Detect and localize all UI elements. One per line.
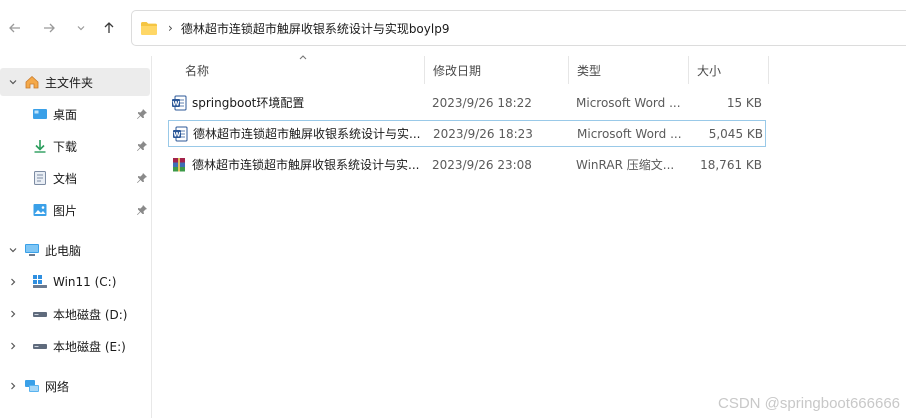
folder-icon	[140, 21, 158, 35]
file-size: 5,045 KB	[708, 126, 763, 141]
arrow-left-icon[interactable]	[4, 17, 26, 39]
column-header-size[interactable]: 大小	[689, 56, 769, 84]
sidebar-item-label: 此电脑	[45, 243, 82, 258]
file-type: WinRAR 压缩文...	[576, 158, 675, 172]
chevron-down-icon[interactable]	[8, 77, 18, 87]
sidebar-item-label: 本地磁盘 (E:)	[53, 339, 126, 354]
chevron-down-icon[interactable]	[70, 17, 92, 39]
column-header-label: 修改日期	[433, 63, 482, 78]
sidebar-item-this-pc[interactable]: 此电脑	[0, 236, 152, 264]
word-icon: W	[171, 95, 187, 111]
pin-icon[interactable]	[136, 204, 148, 216]
file-type: Microsoft Word ...	[577, 126, 682, 141]
sidebar-item-network[interactable]: 网络	[0, 372, 152, 400]
file-date: 2023/9/26 18:22	[432, 95, 532, 110]
column-headers: 名称 修改日期 类型 大小	[153, 55, 773, 84]
pin-icon[interactable]	[136, 108, 148, 120]
arrow-up-icon[interactable]	[98, 17, 120, 39]
navigation-bar: › 德林超市连锁超市触屏收银系统设计与实现boylp9	[0, 0, 906, 56]
address-bar[interactable]: › 德林超市连锁超市触屏收银系统设计与实现boylp9	[131, 10, 906, 46]
pin-icon[interactable]	[136, 172, 148, 184]
column-header-label: 名称	[185, 63, 210, 78]
address-path[interactable]: 德林超市连锁超市触屏收银系统设计与实现boylp9	[181, 20, 450, 37]
file-row[interactable]: 德林超市连锁超市触屏收银系统设计与实... 2023/9/26 23:08 Wi…	[168, 151, 766, 178]
sidebar-item-label: 网络	[45, 379, 70, 394]
network-icon	[24, 378, 40, 394]
sidebar-item-drive-c[interactable]: Win11 (C:)	[0, 268, 152, 296]
drive-icon	[32, 306, 48, 322]
file-name: springboot环境配置	[192, 96, 305, 110]
path-separator: ›	[168, 21, 173, 35]
file-name: 德林超市连锁超市触屏收银系统设计与实...	[193, 127, 421, 141]
watermark: CSDN @springboot666666	[718, 395, 900, 412]
winrar-icon	[171, 157, 187, 173]
column-header-type[interactable]: 类型	[569, 56, 689, 84]
sidebar-item-desktop[interactable]: 桌面	[0, 100, 152, 128]
file-size: 15 KB	[726, 95, 762, 110]
column-header-label: 类型	[577, 63, 602, 78]
file-explorer-window: › 德林超市连锁超市触屏收银系统设计与实现boylp9 主文件夹 桌面 下载 文…	[0, 0, 906, 418]
column-header-label: 大小	[697, 63, 722, 78]
file-row[interactable]: W springboot环境配置 2023/9/26 18:22 Microso…	[168, 89, 766, 116]
svg-text:W: W	[172, 99, 179, 107]
pin-icon[interactable]	[136, 140, 148, 152]
chevron-right-icon[interactable]	[8, 341, 18, 351]
home-icon	[24, 74, 40, 90]
computer-icon	[24, 242, 40, 258]
drive-icon	[32, 338, 48, 354]
file-date: 2023/9/26 23:08	[432, 157, 532, 172]
svg-text:W: W	[173, 130, 180, 138]
arrow-right-icon[interactable]	[38, 17, 60, 39]
sidebar-item-pictures[interactable]: 图片	[0, 196, 152, 224]
chevron-right-icon[interactable]	[8, 381, 18, 391]
sidebar-item-label: 主文件夹	[45, 75, 94, 90]
desktop-icon	[32, 106, 48, 122]
sidebar-item-downloads[interactable]: 下载	[0, 132, 152, 160]
sidebar-item-label: Win11 (C:)	[53, 275, 117, 289]
word-icon: W	[172, 126, 188, 142]
windows-drive-icon	[32, 274, 48, 290]
column-header-date[interactable]: 修改日期	[425, 56, 569, 84]
file-name: 德林超市连锁超市触屏收银系统设计与实...	[192, 158, 420, 172]
sidebar-item-label: 桌面	[53, 107, 78, 122]
sidebar-item-documents[interactable]: 文档	[0, 164, 152, 192]
sidebar-item-label: 本地磁盘 (D:)	[53, 307, 128, 322]
file-size: 18,761 KB	[700, 157, 762, 172]
file-date: 2023/9/26 18:23	[433, 126, 533, 141]
chevron-down-icon[interactable]	[8, 245, 18, 255]
sidebar-item-drive-e[interactable]: 本地磁盘 (E:)	[0, 332, 152, 360]
chevron-right-icon[interactable]	[8, 277, 18, 287]
navigation-pane: 主文件夹 桌面 下载 文档 图片 此电脑 Win11 (C:) 本地磁盘 (D:…	[0, 56, 152, 418]
sidebar-item-home[interactable]: 主文件夹	[0, 68, 150, 96]
sidebar-item-drive-d[interactable]: 本地磁盘 (D:)	[0, 300, 152, 328]
download-icon	[32, 138, 48, 154]
sidebar-item-label: 图片	[53, 203, 78, 218]
document-icon	[32, 170, 48, 186]
file-list: 名称 修改日期 类型 大小 W springboot环境配置 2023/9/26…	[153, 55, 906, 418]
file-type: Microsoft Word ...	[576, 95, 681, 110]
file-row[interactable]: W 德林超市连锁超市触屏收银系统设计与实... 2023/9/26 18:23 …	[168, 120, 766, 147]
column-header-name[interactable]: 名称	[177, 56, 425, 84]
sidebar-item-label: 下载	[53, 139, 78, 154]
sidebar-item-label: 文档	[53, 171, 78, 186]
chevron-right-icon[interactable]	[8, 309, 18, 319]
picture-icon	[32, 202, 48, 218]
